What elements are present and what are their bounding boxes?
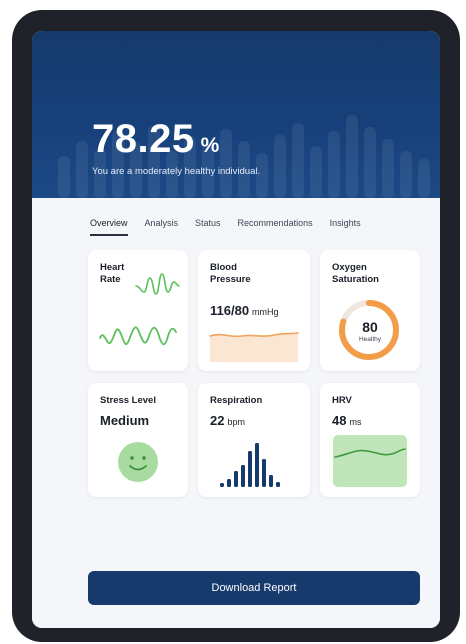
oxygen-saturation-card[interactable]: Oxygen Saturation 80 Healthy — [320, 250, 420, 371]
hrv-value: 48 ms — [332, 413, 362, 428]
blood-pressure-value: 116/80 mmHg — [210, 303, 279, 318]
hrv-title: HRV — [332, 395, 352, 406]
respiration-value: 22 bpm — [210, 413, 245, 428]
tab-overview[interactable]: Overview — [90, 218, 128, 236]
respiration-bar — [227, 479, 231, 487]
hrv-trend-chart — [333, 435, 407, 487]
respiration-bar — [262, 459, 266, 487]
hrv-card[interactable]: HRV 48 ms — [320, 383, 420, 497]
tab-status[interactable]: Status — [195, 218, 221, 236]
oxygen-value: 80 — [362, 319, 378, 335]
blood-pressure-trend-chart — [209, 332, 299, 362]
respiration-title: Respiration — [210, 395, 263, 406]
health-score-unit: % — [200, 134, 220, 157]
respiration-bar — [269, 475, 273, 487]
respiration-bar — [220, 483, 224, 487]
respiration-card[interactable]: Respiration 22 bpm — [198, 383, 310, 497]
smiley-face-icon — [118, 442, 158, 482]
heart-rate-card[interactable]: Heart Rate — [88, 250, 188, 371]
oxygen-saturation-title: Oxygen Saturation — [332, 262, 379, 285]
blood-pressure-card[interactable]: Blood Pressure 116/80 mmHg — [198, 250, 310, 371]
health-score: 78.25 % — [92, 117, 219, 162]
tab-bar: Overview Analysis Status Recommendations… — [90, 218, 378, 236]
respiration-bar — [255, 443, 259, 487]
tablet-frame: 78.25 % You are a moderately healthy ind… — [12, 10, 460, 642]
heart-rate-title: Heart Rate — [100, 262, 125, 285]
respiration-bar — [241, 465, 245, 487]
respiration-bar-chart — [220, 443, 280, 487]
heartbeat-wave-icon — [135, 273, 180, 295]
respiration-bar — [248, 451, 252, 487]
stress-level-card[interactable]: Stress Level Medium — [88, 383, 188, 497]
download-report-button[interactable]: Download Report — [88, 571, 420, 605]
stress-level-value: Medium — [100, 413, 150, 428]
respiration-bar — [276, 482, 280, 487]
app-screen: 78.25 % You are a moderately healthy ind… — [32, 31, 440, 628]
health-score-header: 78.25 % You are a moderately healthy ind… — [32, 31, 440, 198]
blood-pressure-title: Blood Pressure — [210, 262, 251, 285]
tab-analysis[interactable]: Analysis — [145, 218, 179, 236]
respiration-bar — [234, 471, 238, 487]
tab-insights[interactable]: Insights — [330, 218, 361, 236]
oxygen-status: Healthy — [358, 336, 382, 343]
heart-rate-wave-chart — [99, 326, 177, 346]
health-score-value: 78.25 — [92, 117, 195, 161]
tab-recommendations[interactable]: Recommendations — [238, 218, 313, 236]
health-score-description: You are a moderately healthy individual. — [92, 166, 261, 177]
stress-level-title: Stress Level — [100, 395, 156, 406]
